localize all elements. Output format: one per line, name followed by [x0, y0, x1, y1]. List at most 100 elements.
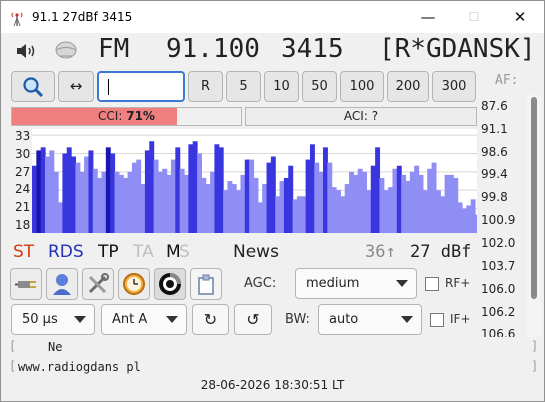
- speaker-icon[interactable]: [16, 43, 38, 59]
- rds-indicator: RDS: [48, 242, 84, 262]
- rotate-cw-button[interactable]: ↻: [192, 304, 229, 335]
- user-icon: [53, 274, 71, 295]
- af-item[interactable]: 99.4: [481, 167, 508, 181]
- step-300-button[interactable]: 300: [432, 71, 476, 102]
- spectrum-bar: [166, 174, 172, 233]
- spectrum-bar: [396, 165, 402, 233]
- spectrum-bar: [36, 150, 42, 233]
- clock-icon: [123, 273, 145, 295]
- step-200-button[interactable]: 200: [387, 71, 429, 102]
- af-label: AF:: [495, 73, 519, 88]
- spectrum-bar: [401, 174, 407, 233]
- spectrum-bar: [283, 177, 289, 233]
- spectrum-bar: [388, 187, 394, 233]
- rotate-ccw-button[interactable]: ↺: [234, 304, 272, 335]
- af-scrollbar[interactable]: [527, 95, 541, 337]
- connect-button[interactable]: [10, 268, 42, 300]
- af-item[interactable]: 103.7: [481, 259, 515, 273]
- close-button[interactable]: ✕: [497, 1, 543, 33]
- spectrum-bar: [266, 162, 272, 233]
- spectrum-bar: [179, 168, 185, 233]
- spectrum-bar: [305, 159, 311, 233]
- spectrum-bar: [236, 190, 242, 233]
- af-item[interactable]: 87.6: [481, 99, 508, 113]
- minimize-button[interactable]: —: [405, 1, 451, 33]
- agc-label: AGC:: [244, 276, 277, 291]
- spectrum-bar: [427, 168, 433, 233]
- spectrum-bar: [201, 177, 207, 233]
- spectrum-bar: [275, 196, 281, 233]
- af-item[interactable]: 102.0: [481, 236, 515, 250]
- step-100-button[interactable]: 100: [340, 71, 384, 102]
- spectrum-bar: [66, 147, 72, 233]
- spectrum-bar: [58, 202, 63, 233]
- swap-button[interactable]: ↔: [58, 71, 94, 102]
- spectrum-bar: [40, 147, 46, 233]
- spectrum-bar: [296, 196, 302, 233]
- spectrum-bar: [475, 214, 477, 233]
- spectrum-bar: [88, 150, 94, 233]
- af-item[interactable]: 98.6: [481, 145, 508, 159]
- bandwidth-select[interactable]: auto: [318, 304, 422, 335]
- af-scrollbar-thumb[interactable]: [531, 97, 537, 299]
- spectrum-bar: [405, 181, 411, 233]
- step-10-button[interactable]: 10: [264, 71, 299, 102]
- rf-plus-checkbox[interactable]: [425, 277, 439, 291]
- y-tick-label: 27: [15, 165, 31, 179]
- rotate-ccw-icon: ↺: [246, 310, 260, 329]
- spectrum-bar: [157, 171, 163, 233]
- search-button[interactable]: [11, 71, 55, 102]
- af-item[interactable]: 106.0: [481, 282, 515, 296]
- spectrum-bar: [357, 168, 363, 233]
- spectrum-bar: [214, 144, 220, 233]
- agc-select[interactable]: medium: [295, 268, 417, 299]
- af-item[interactable]: 106.2: [481, 305, 515, 319]
- spectrum-bar: [101, 171, 107, 233]
- rds-line-bracket-right: ]: [531, 339, 539, 353]
- spectrum-bar: [188, 144, 194, 233]
- settings-button[interactable]: [82, 268, 114, 300]
- spectrum-bar: [440, 196, 446, 233]
- spectrum-scan-button[interactable]: [154, 268, 186, 300]
- spectrum-bar: [314, 162, 320, 233]
- account-button[interactable]: [46, 268, 78, 300]
- frequency-display: 91.100: [166, 34, 260, 64]
- spectrum-bar: [153, 159, 159, 233]
- spectrum-bar: [249, 159, 255, 233]
- maximize-button[interactable]: ☐: [451, 1, 497, 33]
- signal-level: 27 dBf: [410, 242, 472, 262]
- spectrum-bar: [105, 147, 111, 233]
- spectrum-bar: [231, 184, 237, 233]
- spectrum-bar: [331, 187, 337, 233]
- af-item[interactable]: 106.6: [481, 327, 515, 337]
- y-tick-label: 30: [15, 147, 31, 161]
- deemphasis-select[interactable]: 50 µs: [11, 304, 95, 335]
- antenna-app-icon: [11, 12, 23, 26]
- frequency-input[interactable]: [97, 71, 185, 102]
- af-item[interactable]: 91.1: [481, 122, 508, 136]
- chevron-down-icon: [74, 316, 86, 323]
- scheduler-button[interactable]: [118, 268, 150, 300]
- af-item[interactable]: 99.8: [481, 190, 508, 204]
- tools-icon: [88, 273, 109, 294]
- radiotext: www.radiogdans pl: [18, 360, 141, 374]
- spectrum-bar: [123, 177, 129, 233]
- step-5-button[interactable]: 5: [226, 71, 261, 102]
- ps-name: [R*GDANSK]: [379, 34, 536, 64]
- spectrum-bar: [192, 141, 198, 233]
- spectrum-bar: [114, 171, 120, 233]
- spectrum-bar: [227, 181, 233, 233]
- agc-value: medium: [306, 276, 360, 291]
- if-plus-checkbox[interactable]: [430, 313, 444, 327]
- spectrum-bar: [84, 156, 90, 233]
- spectrum-chart[interactable]: [32, 129, 477, 233]
- spectrum-bar: [279, 181, 285, 233]
- clipboard-button[interactable]: [190, 268, 222, 300]
- antenna-select[interactable]: Ant A: [101, 304, 187, 335]
- af-item[interactable]: 100.9: [481, 213, 515, 227]
- step-50-button[interactable]: 50: [302, 71, 337, 102]
- reset-button[interactable]: R: [188, 71, 223, 102]
- status-datetime: 28-06-2026 18:30:51 LT: [200, 378, 345, 392]
- spectrum-bar: [244, 159, 250, 233]
- signal-globe-icon: [55, 41, 77, 59]
